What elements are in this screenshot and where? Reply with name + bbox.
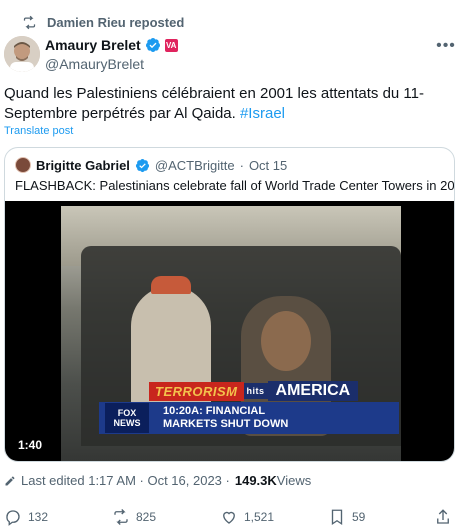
- edit-info: Last edited 1:17 AM · Oct 16, 2023 · 149…: [4, 473, 311, 488]
- video-player[interactable]: TERRORISM hits AMERICA FOX NEWS 10:20A: …: [5, 201, 454, 461]
- repost-icon: [23, 15, 36, 29]
- edit-pencil-icon: [5, 475, 15, 485]
- reply-count: 132: [28, 510, 49, 524]
- repost-icon: [114, 509, 128, 525]
- like-count: 1,521: [244, 510, 275, 524]
- ticker-red-text: TERRORISM: [149, 381, 244, 401]
- tweet-text: Quand les Palestiniens célébraient en 20…: [4, 84, 464, 124]
- news-ticker: TERRORISM hits AMERICA FOX NEWS 10:20A: …: [99, 376, 399, 446]
- ticker-line-2: MARKETS SHUT DOWN: [163, 418, 289, 430]
- like-button[interactable]: 1,521: [220, 508, 274, 526]
- fox-news-logo: FOX NEWS: [105, 403, 149, 433]
- video-duration: 1:40: [18, 438, 43, 452]
- share-icon: [437, 509, 449, 524]
- affiliate-badge-icon[interactable]: VA: [164, 38, 178, 52]
- meta-separator: ·: [239, 157, 244, 173]
- repost-text[interactable]: Damien Rieu reposted: [47, 15, 184, 30]
- verified-badge-icon: [145, 38, 160, 52]
- views-count: 149.3K: [234, 473, 277, 488]
- quoted-author-avatar[interactable]: [15, 157, 31, 173]
- repost-indicator: Damien Rieu reposted: [22, 14, 184, 30]
- ticker-line-1: 10:20A: FINANCIAL: [163, 405, 266, 417]
- quoted-author-handle[interactable]: @ACTBrigitte: [155, 158, 235, 173]
- quoted-tweet-text: FLASHBACK: Palestinians celebrate fall o…: [15, 178, 455, 193]
- hashtag-link[interactable]: #Israel: [240, 105, 285, 122]
- more-options-icon[interactable]: •••: [436, 36, 456, 56]
- verified-badge-icon: [135, 158, 149, 172]
- tweet-body: Quand les Palestiniens célébraient en 20…: [4, 85, 424, 122]
- author-block: Amaury Brelet VA @AmauryBrelet: [45, 36, 178, 72]
- bookmark-button[interactable]: 59: [328, 508, 365, 526]
- author-handle[interactable]: @AmauryBrelet: [45, 56, 178, 72]
- author-avatar[interactable]: [4, 36, 40, 72]
- ticker-hits-text: hits: [243, 383, 268, 399]
- edited-timestamp[interactable]: Last edited 1:17 AM · Oct 16, 2023 ·: [21, 473, 230, 488]
- ticker-america-text: AMERICA: [267, 381, 359, 401]
- quoted-date[interactable]: Oct 15: [249, 158, 287, 173]
- reply-button[interactable]: 132: [4, 508, 48, 526]
- bookmark-icon: [331, 509, 343, 526]
- translate-post-link[interactable]: Translate post: [4, 125, 73, 137]
- repost-count: 825: [136, 510, 157, 524]
- share-button[interactable]: [434, 508, 452, 526]
- quoted-author-name[interactable]: Brigitte Gabriel: [36, 158, 130, 173]
- heart-icon: [223, 511, 235, 524]
- quoted-tweet-header: Brigitte Gabriel @ACTBrigitte · Oct 15: [15, 156, 287, 174]
- quoted-tweet[interactable]: Brigitte Gabriel @ACTBrigitte · Oct 15 F…: [4, 147, 455, 462]
- video-frame: TERRORISM hits AMERICA FOX NEWS 10:20A: …: [61, 206, 401, 461]
- views-label: Views: [276, 473, 312, 488]
- repost-button[interactable]: 825: [112, 508, 156, 526]
- action-bar: 132 825 1,521 59: [0, 508, 474, 530]
- reply-icon: [6, 510, 20, 526]
- bookmark-count: 59: [352, 510, 366, 524]
- author-name[interactable]: Amaury Brelet: [45, 37, 141, 53]
